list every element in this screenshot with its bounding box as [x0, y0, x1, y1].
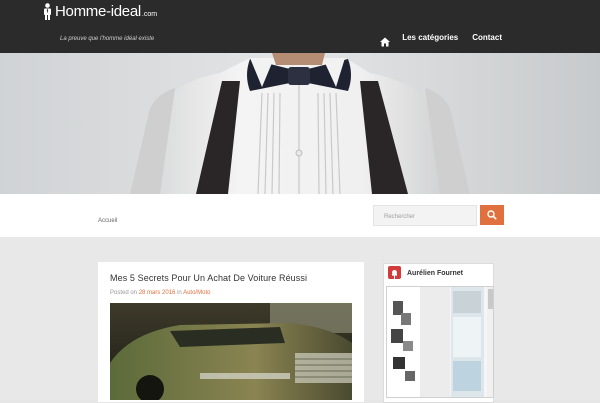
post-featured-image[interactable] [110, 303, 352, 400]
man-icon [43, 3, 52, 20]
home-icon[interactable] [380, 32, 391, 47]
hero-banner-image [0, 53, 600, 194]
main-nav: Les catégories Contact [380, 32, 502, 47]
search-icon [487, 210, 497, 220]
nav-contact[interactable]: Contact [472, 33, 502, 42]
search-button[interactable] [480, 205, 504, 225]
post-category-link[interactable]: Auto/Moto [183, 290, 210, 296]
search-input[interactable]: Rechercher [373, 205, 477, 226]
nav-categories[interactable]: Les catégories [402, 33, 458, 42]
site-logo[interactable]: Homme-ideal .com [43, 3, 157, 20]
breadcrumb[interactable]: Accueil [98, 218, 117, 224]
logo-text: Homme-ideal [55, 3, 141, 20]
post-meta: Posted on 28 mars 2016 in Auto/Moto [110, 290, 210, 296]
site-tagline: La preuve que l'homme idéal existe [60, 36, 155, 42]
widget-title[interactable]: Aurélien Fournet [407, 270, 463, 277]
logo-tld: .com [141, 11, 158, 18]
post-date-link[interactable]: 28 mars 2016 [139, 290, 176, 296]
post-title[interactable]: Mes 5 Secrets Pour Un Achat De Voiture R… [110, 273, 307, 283]
post-meta-prefix: Posted on [110, 290, 138, 296]
breadcrumb-bar: Accueil [0, 194, 600, 237]
pin-icon [388, 266, 401, 280]
widget-embed[interactable] [386, 286, 494, 398]
post-meta-in: in [177, 290, 182, 296]
